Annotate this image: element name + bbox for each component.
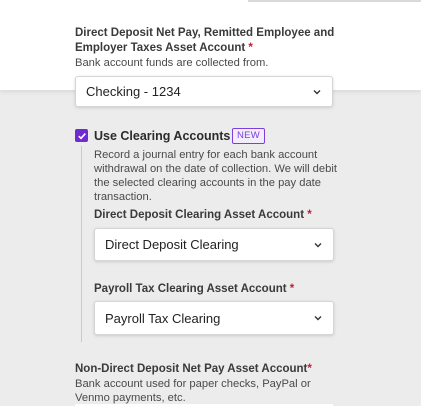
dd-clearing-select[interactable]: Direct Deposit Clearing bbox=[94, 228, 334, 261]
dd-clearing-label: Direct Deposit Clearing Asset Account * bbox=[94, 209, 312, 221]
non-dd-account-helper: Bank account used for paper checks, PayP… bbox=[75, 378, 311, 404]
required-mark: * bbox=[307, 209, 312, 221]
select-value: Payroll Tax Clearing bbox=[105, 310, 221, 326]
use-clearing-accounts-label[interactable]: Use Clearing Accounts bbox=[94, 129, 230, 143]
use-clearing-accounts-checkbox[interactable] bbox=[75, 129, 88, 142]
checkmark-icon bbox=[77, 132, 86, 139]
select-value: Checking - 1234 bbox=[86, 84, 181, 99]
indent-guide-line bbox=[81, 146, 82, 342]
required-mark: * bbox=[289, 283, 295, 295]
net-pay-account-helper: Bank account funds are collected from. bbox=[75, 57, 269, 69]
non-dd-account-label: Non-Direct Deposit Net Pay Asset Account… bbox=[75, 363, 312, 375]
clearing-description: Record a journal entry for each bank acc… bbox=[94, 149, 337, 203]
tax-clearing-label: Payroll Tax Clearing Asset Account * bbox=[94, 283, 295, 295]
required-mark: * bbox=[248, 42, 253, 54]
net-pay-account-select[interactable]: Checking - 1234 bbox=[75, 76, 333, 107]
tax-clearing-select[interactable]: Payroll Tax Clearing bbox=[94, 301, 334, 335]
required-mark: * bbox=[307, 363, 312, 375]
top-divider bbox=[248, 0, 421, 2]
net-pay-account-label: Direct Deposit Net Pay, Remitted Employe… bbox=[75, 27, 335, 54]
chevron-down-icon bbox=[313, 89, 321, 94]
select-value: Direct Deposit Clearing bbox=[105, 237, 239, 252]
new-badge: NEW bbox=[232, 128, 266, 144]
chevron-down-icon bbox=[314, 316, 322, 321]
chevron-down-icon bbox=[314, 242, 322, 247]
